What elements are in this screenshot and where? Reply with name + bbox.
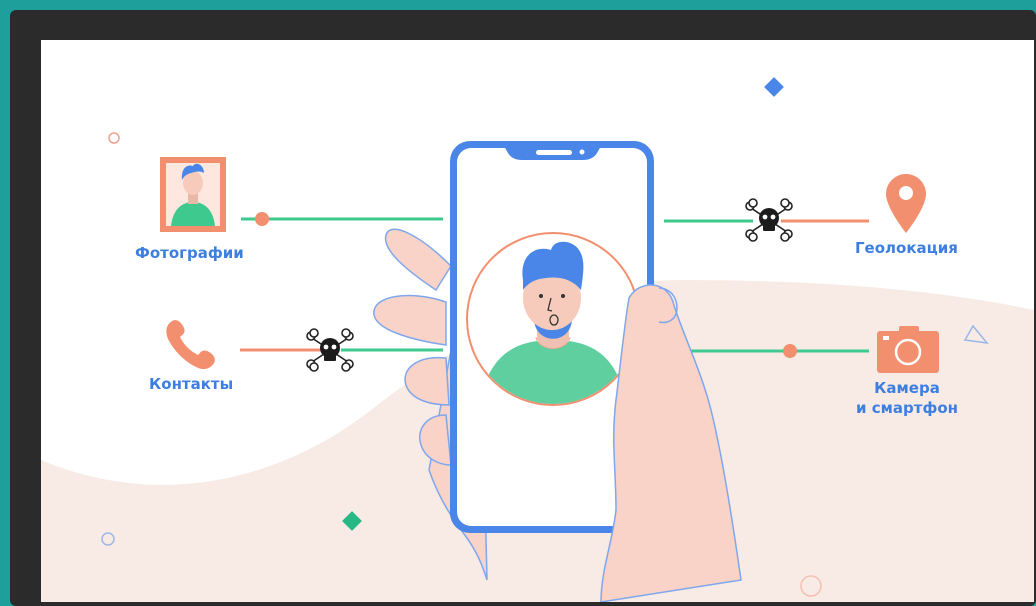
screen-frame: Фотографии Контакты Геолокация Камера и … (10, 10, 1036, 606)
location-pin-icon (886, 174, 926, 233)
geolocation-label: Геолокация (855, 239, 958, 257)
camera-label-line2: и смартфон (856, 399, 958, 417)
illustration-canvas: Фотографии Контакты Геолокация Камера и … (41, 40, 1034, 602)
illustration-svg (41, 77, 1034, 602)
camera-label-line1: Камера (874, 379, 940, 397)
camera-link-dot (783, 344, 797, 358)
photo-portrait-icon (160, 157, 226, 232)
camera-icon (877, 326, 939, 373)
phone-icon (166, 320, 215, 370)
photos-label: Фотографии (135, 244, 244, 262)
contacts-label: Контакты (149, 375, 234, 393)
photos-link-dot (255, 212, 269, 226)
decor-circle-top-left (108, 132, 120, 144)
camera-label: Камера и смартфон (851, 378, 963, 418)
decor-blue-diamond (764, 77, 784, 97)
